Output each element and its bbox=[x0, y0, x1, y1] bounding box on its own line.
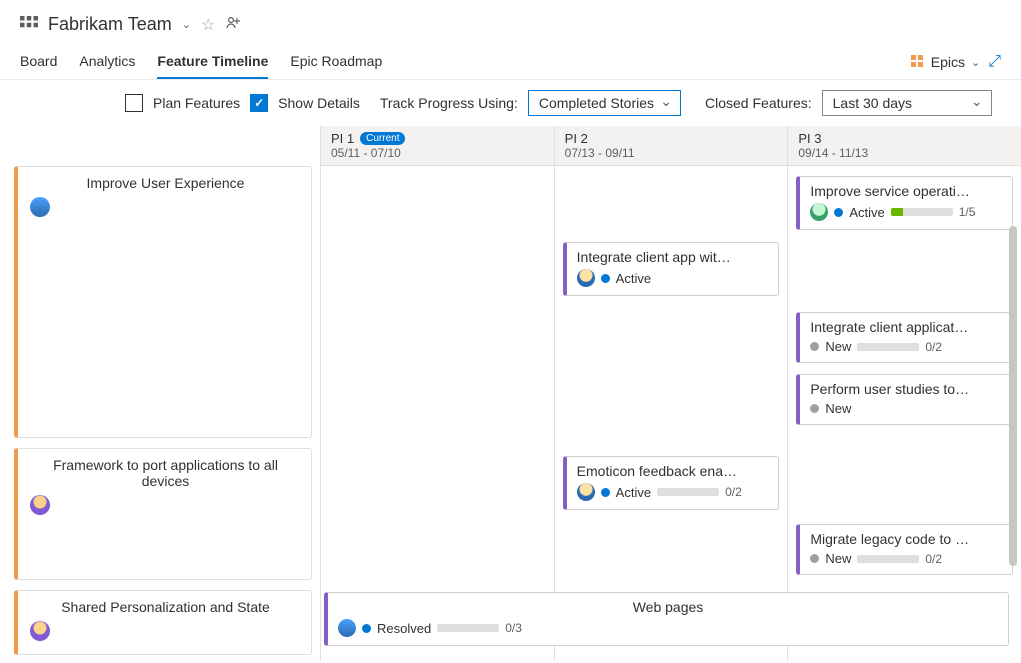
feature-state: Active bbox=[616, 271, 651, 286]
timeline-grid: Improve User Experience Framework to por… bbox=[0, 126, 1021, 661]
feature-state: New bbox=[825, 339, 851, 354]
epics-label: Epics bbox=[931, 54, 965, 70]
column-dates: 09/14 - 11/13 bbox=[798, 146, 868, 160]
backlog-icon bbox=[20, 16, 38, 34]
state-dot-icon bbox=[601, 488, 610, 497]
people-icon[interactable] bbox=[225, 15, 241, 35]
feature-card[interactable]: Integrate client applicat… New 0/2 bbox=[796, 312, 1013, 363]
state-dot-icon bbox=[834, 208, 843, 217]
tab-epic-roadmap[interactable]: Epic Roadmap bbox=[290, 45, 382, 79]
epic-card[interactable]: Framework to port applications to all de… bbox=[14, 448, 312, 580]
closed-features-value: Last 30 days bbox=[833, 95, 912, 111]
avatar bbox=[810, 203, 828, 221]
column-name: PI 1 bbox=[331, 131, 354, 146]
scrollbar-thumb[interactable] bbox=[1009, 226, 1017, 566]
plan-features-checkbox[interactable] bbox=[125, 94, 143, 112]
show-details-label: Show Details bbox=[278, 95, 360, 111]
timeline-col-pi2: PI 2 07/13 - 09/11 Integrate client app … bbox=[554, 126, 788, 661]
chevron-down-icon: ⌄ bbox=[971, 56, 980, 69]
avatar bbox=[30, 197, 50, 217]
feature-state: New bbox=[825, 401, 851, 416]
plan-features-label: Plan Features bbox=[153, 95, 240, 111]
progress-bar bbox=[657, 488, 719, 496]
tab-board[interactable]: Board bbox=[20, 45, 57, 79]
scrollbar[interactable] bbox=[1007, 226, 1019, 655]
row-3-span: Web pages Resolved 0/3 bbox=[320, 588, 1021, 646]
progress-bar bbox=[891, 208, 953, 216]
progress-bar bbox=[857, 555, 919, 563]
epics-icon bbox=[911, 55, 925, 69]
avatar bbox=[30, 621, 50, 641]
feature-title: Improve service operati… bbox=[810, 183, 1002, 199]
feature-title: Emoticon feedback ena… bbox=[577, 463, 769, 479]
show-details-checkbox[interactable]: ✓ bbox=[250, 94, 268, 112]
avatar bbox=[338, 619, 356, 637]
tab-feature-timeline[interactable]: Feature Timeline bbox=[157, 45, 268, 79]
feature-card[interactable]: Migrate legacy code to … New 0/2 bbox=[796, 524, 1013, 575]
feature-card[interactable]: Improve service operati… Active 1/5 bbox=[796, 176, 1013, 230]
feature-title: Integrate client app wit… bbox=[577, 249, 769, 265]
feature-state: Active bbox=[616, 485, 651, 500]
feature-card[interactable]: Emoticon feedback ena… Active 0/2 bbox=[563, 456, 780, 510]
current-badge: Current bbox=[360, 132, 405, 145]
avatar bbox=[577, 483, 595, 501]
progress-text: 0/2 bbox=[925, 552, 942, 566]
avatar bbox=[577, 269, 595, 287]
feature-title: Web pages bbox=[338, 599, 998, 615]
progress-bar bbox=[857, 343, 919, 351]
chevron-down-icon[interactable]: ⌄ bbox=[182, 18, 191, 31]
timeline-columns: PI 1 Current 05/11 - 07/10 PI 2 07/13 - … bbox=[320, 126, 1021, 661]
feature-card[interactable]: Integrate client app wit… Active bbox=[563, 242, 780, 296]
feature-card[interactable]: Web pages Resolved 0/3 bbox=[324, 592, 1009, 646]
progress-text: 1/5 bbox=[959, 205, 976, 219]
star-icon[interactable]: ☆ bbox=[201, 15, 215, 35]
epic-card[interactable]: Improve User Experience bbox=[14, 166, 312, 438]
column-header: PI 2 07/13 - 09/11 bbox=[555, 126, 788, 166]
epic-title: Improve User Experience bbox=[30, 175, 301, 191]
closed-features-select[interactable]: Last 30 days bbox=[822, 90, 992, 116]
timeline-col-pi3: PI 3 09/14 - 11/13 Improve service opera… bbox=[787, 126, 1021, 661]
state-dot-icon bbox=[601, 274, 610, 283]
state-dot-icon bbox=[810, 404, 819, 413]
progress-text: 0/2 bbox=[925, 340, 942, 354]
epic-title: Framework to port applications to all de… bbox=[30, 457, 301, 489]
feature-state: New bbox=[825, 551, 851, 566]
fullscreen-icon[interactable]: ⤢ bbox=[988, 53, 1001, 71]
state-dot-icon bbox=[362, 624, 371, 633]
feature-title: Perform user studies to… bbox=[810, 381, 1002, 397]
track-progress-value: Completed Stories bbox=[539, 95, 654, 111]
timeline-col-pi1: PI 1 Current 05/11 - 07/10 bbox=[320, 126, 554, 661]
tabs-row: Board Analytics Feature Timeline Epic Ro… bbox=[0, 45, 1021, 80]
epic-card[interactable]: Shared Personalization and State bbox=[14, 590, 312, 655]
progress-bar bbox=[437, 624, 499, 632]
progress-text: 0/3 bbox=[505, 621, 522, 635]
feature-state: Active bbox=[849, 205, 884, 220]
tab-analytics[interactable]: Analytics bbox=[79, 45, 135, 79]
epic-title: Shared Personalization and State bbox=[30, 599, 301, 615]
feature-title: Integrate client applicat… bbox=[810, 319, 1002, 335]
column-header: PI 1 Current 05/11 - 07/10 bbox=[321, 126, 554, 166]
state-dot-icon bbox=[810, 554, 819, 563]
controls-row: Plan Features ✓ Show Details Track Progr… bbox=[0, 80, 1021, 126]
team-header: Fabrikam Team ⌄ ☆ bbox=[0, 0, 1021, 45]
feature-title: Migrate legacy code to … bbox=[810, 531, 1002, 547]
track-progress-label: Track Progress Using: bbox=[380, 95, 518, 111]
closed-features-label: Closed Features: bbox=[705, 95, 812, 111]
state-dot-icon bbox=[810, 342, 819, 351]
column-name: PI 3 bbox=[798, 131, 821, 146]
feature-state: Resolved bbox=[377, 621, 431, 636]
feature-card[interactable]: Perform user studies to… New bbox=[796, 374, 1013, 425]
column-dates: 07/13 - 09/11 bbox=[565, 146, 635, 160]
team-name[interactable]: Fabrikam Team bbox=[48, 14, 172, 35]
column-header: PI 3 09/14 - 11/13 bbox=[788, 126, 1021, 166]
column-name: PI 2 bbox=[565, 131, 588, 146]
progress-text: 0/2 bbox=[725, 485, 742, 499]
epic-column: Improve User Experience Framework to por… bbox=[0, 126, 320, 661]
track-progress-select[interactable]: Completed Stories bbox=[528, 90, 681, 116]
avatar bbox=[30, 495, 50, 515]
epics-button[interactable]: Epics ⌄ bbox=[911, 54, 980, 70]
column-dates: 05/11 - 07/10 bbox=[331, 146, 401, 160]
